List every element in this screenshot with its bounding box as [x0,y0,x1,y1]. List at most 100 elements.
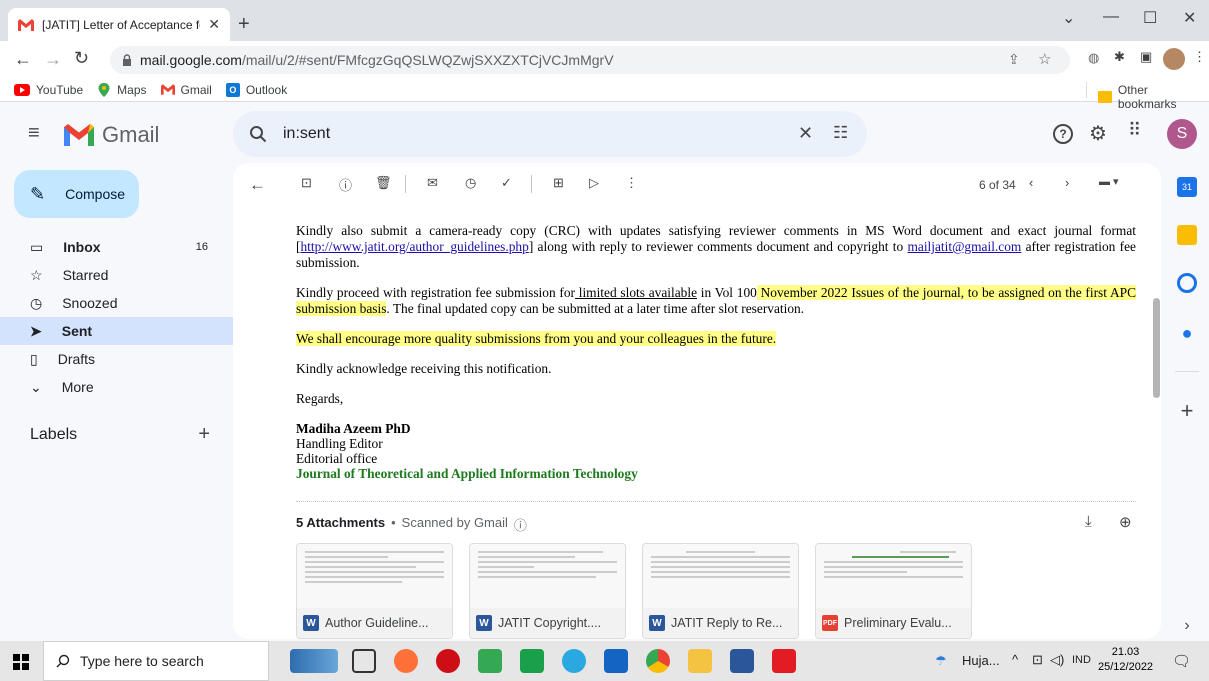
reload-icon[interactable]: ↻ [74,48,89,69]
input-tools-icon[interactable]: ▬ ▾ [1099,175,1119,188]
address-bar[interactable]: mail.google.com/mail/u/2/#sent/FMfcgzGqQ… [110,46,1070,74]
side-panel-icon[interactable]: ▣ [1140,49,1152,65]
tasks-icon[interactable] [1177,273,1197,293]
nav-item-sent[interactable]: ➤ Sent [0,317,246,345]
guidelines-link[interactable]: http://www.jatit.org/author_guidelines.p… [300,239,528,254]
weather-label[interactable]: Huja... [962,653,1000,668]
calendar-icon[interactable]: 31 [1177,177,1197,197]
puzzle-icon[interactable]: ✱ [1114,49,1125,65]
attachment-name: JATIT Reply to Re... [671,616,783,630]
opera-icon[interactable] [436,649,460,673]
apps-grid-icon[interactable]: ⠿ [1128,120,1141,141]
delete-icon[interactable]: 🗑 [375,175,392,191]
extension-icon[interactable]: ◍ [1088,50,1099,66]
back-to-list-icon[interactable]: ← [249,175,266,195]
search-options-icon[interactable]: ☷ [833,123,848,143]
attachment-card[interactable]: W JATIT Copyright.... [469,543,626,639]
attachment-name: Author Guideline... [325,616,429,630]
download-all-icon[interactable]: ⤓ [1085,513,1092,530]
firefox-icon[interactable] [394,649,418,673]
tab-search-icon[interactable]: ⌄ [1062,8,1075,28]
move-to-icon[interactable]: ⊞ [553,175,564,191]
share-icon[interactable]: ⇪ [1008,51,1020,68]
minimize-icon[interactable]: — [1103,8,1119,26]
acrobat-icon[interactable] [772,649,796,673]
close-window-icon[interactable]: ✕ [1183,8,1196,28]
nav-item-more[interactable]: ⌄ More [0,373,246,401]
newer-icon[interactable]: ‹ [1029,175,1033,190]
settings-gear-icon[interactable]: ⚙ [1089,121,1107,146]
attachment-card[interactable]: W Author Guideline... [296,543,453,639]
older-icon[interactable]: › [1065,175,1069,190]
chrome-icon[interactable] [646,649,670,673]
clear-search-icon[interactable]: ✕ [798,123,813,144]
search-icon[interactable] [249,125,267,143]
bookmark-maps[interactable]: Maps [97,82,147,97]
get-addons-icon[interactable]: + [1177,400,1197,422]
create-label-icon[interactable]: + [198,423,210,446]
taskbar-clock[interactable]: 21.03 25/12/2022 [1098,645,1153,675]
browser-tab[interactable]: [JATIT] Letter of Acceptance for S ✕ [8,8,230,41]
bookmark-outlook[interactable]: O Outlook [225,82,287,97]
taskbar-search[interactable]: Type here to search [43,641,269,681]
show-side-panel-icon[interactable]: › [1177,617,1197,637]
add-to-drive-icon[interactable]: ⊕ [1119,513,1132,531]
language-indicator[interactable]: IND [1072,654,1091,666]
attachment-footer: PDF Preliminary Evalu... [816,608,971,638]
nav-item-snoozed[interactable]: ◷ Snoozed [0,289,246,317]
forward-icon[interactable]: → [44,49,62,70]
attachment-card[interactable]: W JATIT Reply to Re... [642,543,799,639]
attachment-footer: W Author Guideline... [297,608,452,638]
text: in Vol 100 [697,285,757,300]
news-widget-icon[interactable] [290,649,338,673]
report-spam-icon[interactable]: ⓘ [339,175,352,194]
tray-chevron-icon[interactable]: ^ [1012,652,1018,667]
volume-icon[interactable]: ◁) [1050,652,1064,668]
bookmark-youtube[interactable]: YouTube [14,83,83,97]
gmail-logo-icon [64,124,94,146]
store-icon[interactable] [604,649,628,673]
search-input[interactable]: in:sent [283,125,330,143]
main-menu-icon[interactable]: ≡ [28,122,40,145]
bookmark-star-icon[interactable]: ☆ [1038,50,1051,68]
compose-button[interactable]: ✎ Compose [14,170,139,218]
add-task-icon[interactable]: ✓ [501,175,512,191]
email-link[interactable]: mailjatit@gmail.com [907,239,1021,254]
archive-icon[interactable]: ⊡ [301,175,312,191]
label-icon[interactable]: ▷ [589,175,599,191]
mark-unread-icon[interactable]: ✉ [427,175,438,191]
nav-item-inbox[interactable]: ▭ Inbox 16 [0,233,246,261]
new-tab-icon[interactable]: + [238,13,250,36]
kebab-menu-icon[interactable]: ⋮ [1193,49,1206,65]
bookmark-gmail[interactable]: Gmail [160,83,212,97]
word-icon[interactable] [730,649,754,673]
close-tab-icon[interactable]: ✕ [208,16,220,33]
scrollbar-thumb[interactable] [1153,298,1160,398]
windows-start-icon[interactable] [13,654,29,670]
attachment-card[interactable]: PDF Preliminary Evalu... [815,543,972,639]
maximize-icon[interactable]: ☐ [1143,8,1157,28]
app-icon[interactable] [520,649,544,673]
notifications-icon[interactable]: 🗨 [1172,652,1191,670]
task-view-icon[interactable] [352,649,376,673]
help-icon[interactable]: ? [1053,124,1073,144]
edge-icon[interactable] [562,649,586,673]
back-icon[interactable]: ← [14,49,32,70]
weather-icon[interactable]: ☂ [935,653,947,669]
file-explorer-icon[interactable] [688,649,712,673]
keep-icon[interactable] [1177,225,1197,245]
info-icon[interactable]: ⓘ [514,515,527,534]
network-icon[interactable]: ⊡ [1032,652,1043,668]
contacts-icon[interactable]: ● [1177,323,1197,343]
more-actions-icon[interactable]: ⋮ [625,175,638,191]
search-bar[interactable]: in:sent ✕ ☷ [233,111,867,157]
profile-avatar[interactable] [1163,48,1185,70]
youtube-icon [14,83,30,96]
app-icon[interactable] [478,649,502,673]
gmail-logo[interactable]: Gmail [64,122,159,148]
attachment-name: JATIT Copyright.... [498,616,602,630]
nav-item-starred[interactable]: ☆ Starred [0,261,246,289]
snooze-icon[interactable]: ◷ [465,175,476,191]
nav-item-drafts[interactable]: ▯ Drafts [0,345,246,373]
account-avatar[interactable]: S [1167,119,1197,149]
